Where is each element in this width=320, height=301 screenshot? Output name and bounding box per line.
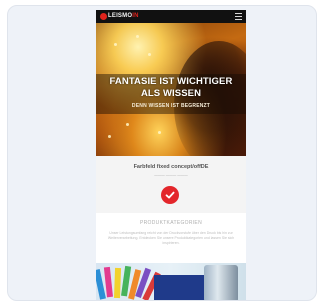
hero-spark [158, 131, 161, 134]
preview-card: LEISMOIN FANTASIE IST WICHTIGER ALS WISS… [7, 5, 317, 301]
quote-section: Farbfeld fixed concept/offDE ——— ——— ——— [96, 156, 246, 213]
hero-subtitle: DENN WISSEN IST BEGRENZT [131, 103, 211, 109]
swatch-paper-roll [204, 265, 238, 300]
hero-spark [108, 135, 111, 138]
swatch [103, 266, 113, 298]
hero-spark [136, 35, 139, 38]
products-text: Unser Leistungsumfang reicht von der Dru… [107, 231, 235, 245]
quote-subline: ——— ——— ——— [154, 173, 188, 177]
top-navigation-bar: LEISMOIN [96, 10, 246, 23]
site-logo[interactable]: LEISMOIN [100, 13, 139, 20]
check-button[interactable] [161, 186, 179, 204]
products-heading: PRODUKTKATEGORIEN [140, 220, 202, 226]
hero-spark [114, 43, 117, 46]
check-icon [165, 191, 175, 199]
hero-banner: FANTASIE IST WICHTIGER ALS WISSEN DENN W… [96, 23, 246, 156]
mobile-page-preview: LEISMOIN FANTASIE IST WICHTIGER ALS WISS… [96, 10, 246, 300]
swatch-dark-block [154, 275, 206, 300]
products-section: PRODUKTKATEGORIEN Unser Leistungsumfang … [96, 213, 246, 263]
hamburger-menu-icon[interactable] [235, 13, 242, 20]
color-swatches-image [96, 263, 246, 300]
logo-text: LEISMO [108, 13, 133, 19]
hero-title: FANTASIE IST WICHTIGER ALS WISSEN [109, 76, 233, 99]
swatch [114, 267, 122, 299]
logo-accent-text: IN [132, 13, 139, 19]
hero-spark [148, 53, 151, 56]
quote-line: Farbfeld fixed concept/offDE [133, 164, 209, 170]
logo-mark-icon [100, 13, 107, 20]
hero-spark [126, 123, 129, 126]
